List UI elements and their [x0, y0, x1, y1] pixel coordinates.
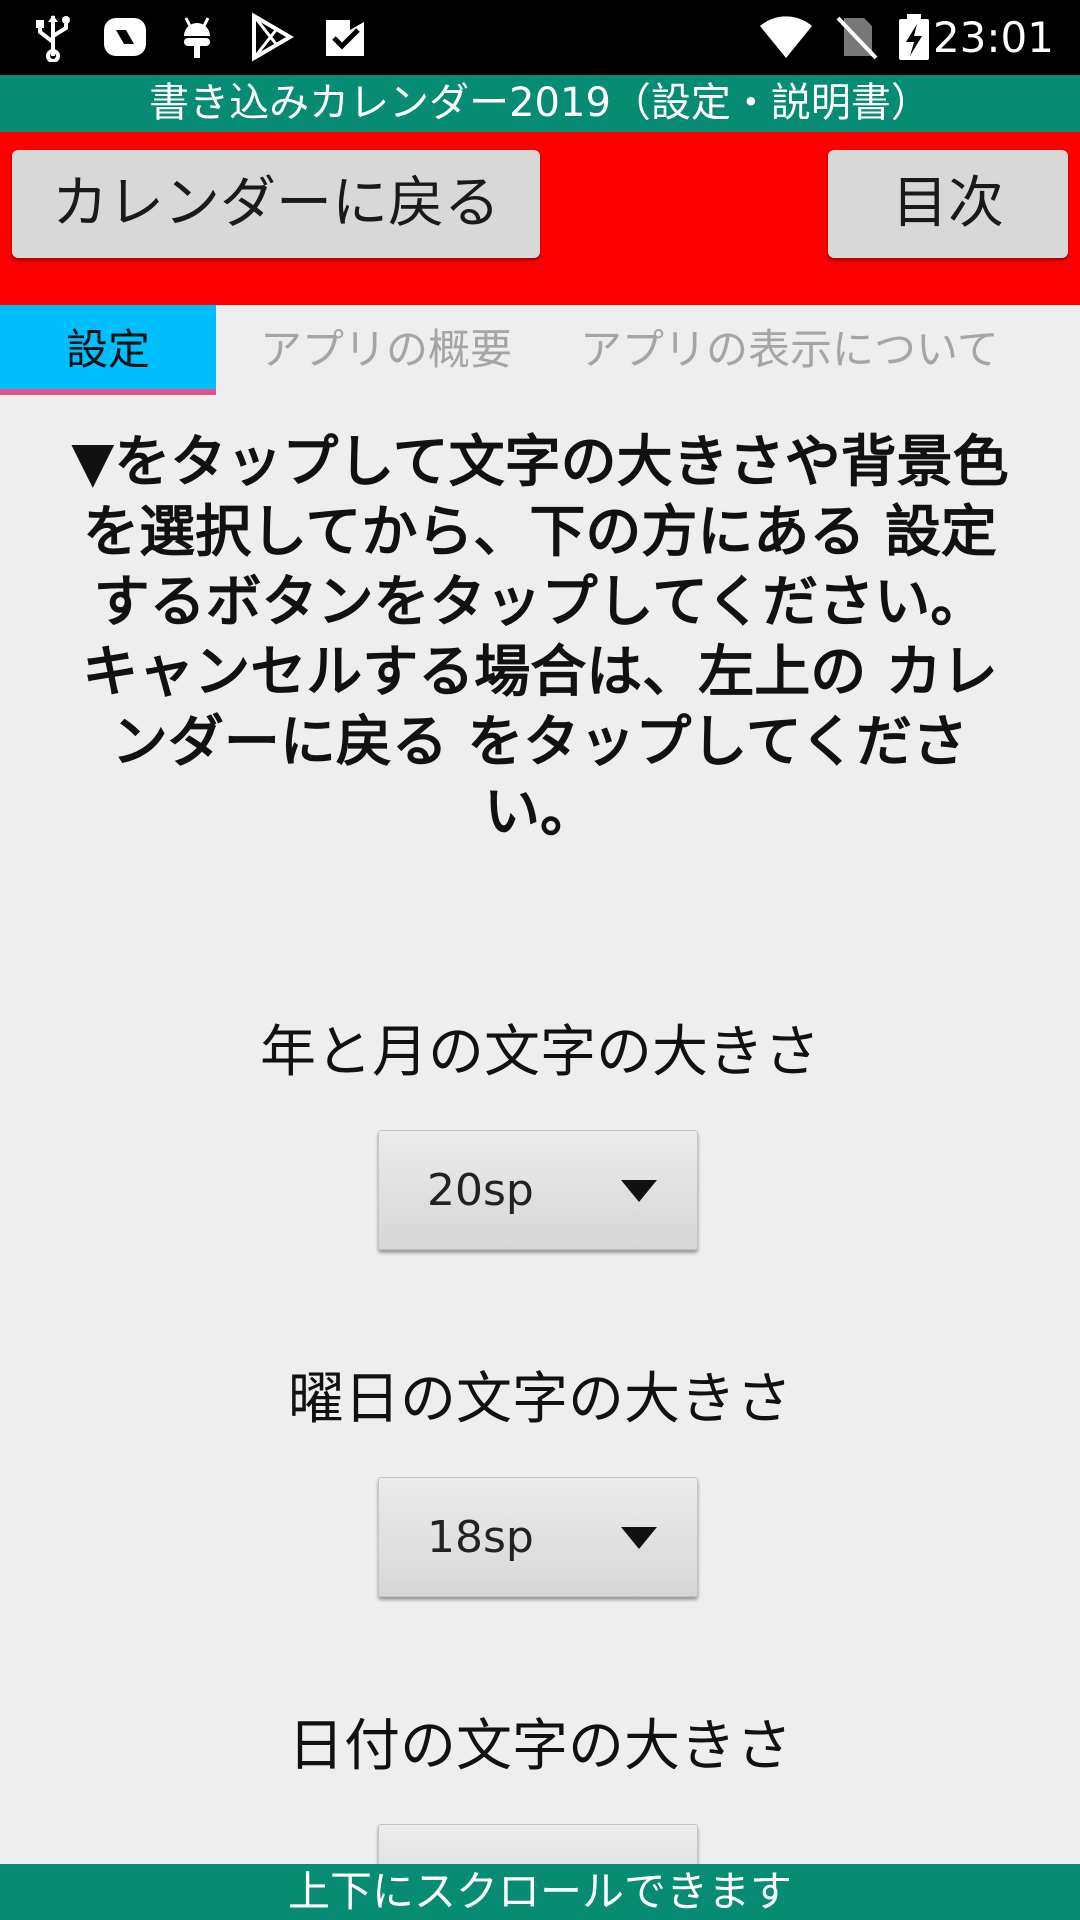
back-to-calendar-button[interactable]: カレンダーに戻る: [12, 150, 540, 258]
dropdown-value: 20sp: [427, 1165, 534, 1216]
status-bar: 23:01: [0, 0, 1080, 75]
year-month-font-size-dropdown[interactable]: 20sp: [378, 1130, 698, 1250]
tab-bar: 設定 アプリの概要 アプリの表示について: [0, 305, 1080, 395]
weekday-font-size-label: 曜日の文字の大きさ: [288, 1367, 792, 1432]
wifi-icon: [758, 12, 812, 62]
android-debug-icon: [172, 12, 222, 62]
instruction-line: ▼をタップして文字の大きさや背景色: [71, 430, 1009, 495]
dropdown-value: 18sp: [427, 1512, 534, 1563]
instruction-line: するボタンをタップしてください。: [93, 570, 987, 635]
toolbar: カレンダーに戻る 目次: [0, 132, 1080, 305]
tab-app-display[interactable]: アプリの表示について: [580, 305, 1060, 395]
instruction-line: を選択してから、下の方にある 設定: [83, 500, 997, 565]
instruction-text: ▼をタップして文字の大きさや背景色 を選択してから、下の方にある 設定 するボタ…: [20, 428, 1060, 848]
scroll-hint-bar: 上下にスクロールできます: [0, 1864, 1080, 1920]
tab-settings[interactable]: 設定: [0, 305, 216, 395]
play-store-icon: [246, 12, 296, 62]
instruction-line: い。: [484, 780, 596, 845]
table-of-contents-button[interactable]: 目次: [828, 150, 1068, 258]
active-tab-indicator: [0, 389, 216, 395]
no-sim-icon: [832, 12, 882, 62]
date-font-size-label: 日付の文字の大きさ: [288, 1714, 792, 1779]
tab-app-overview[interactable]: アプリの概要: [216, 305, 556, 395]
instruction-line: キャンセルする場合は、左上の カレ: [82, 640, 998, 705]
task-check-icon: [320, 12, 370, 62]
dropdown-arrow-icon: [621, 1180, 657, 1202]
app-title: 書き込みカレンダー2019（設定・説明書）: [0, 75, 1080, 132]
usb-icon: [28, 12, 78, 63]
weekday-font-size-dropdown[interactable]: 18sp: [378, 1477, 698, 1597]
clock: 23:01: [932, 13, 1054, 62]
year-month-font-size-label: 年と月の文字の大きさ: [260, 1020, 820, 1085]
instruction-line: ンダーに戻る をタップしてくださ: [111, 710, 969, 775]
chat-bubble-icon: [100, 12, 150, 62]
dropdown-arrow-icon: [621, 1527, 657, 1549]
screen: 23:01 書き込みカレンダー2019（設定・説明書） カレンダーに戻る 目次 …: [0, 0, 1080, 1920]
